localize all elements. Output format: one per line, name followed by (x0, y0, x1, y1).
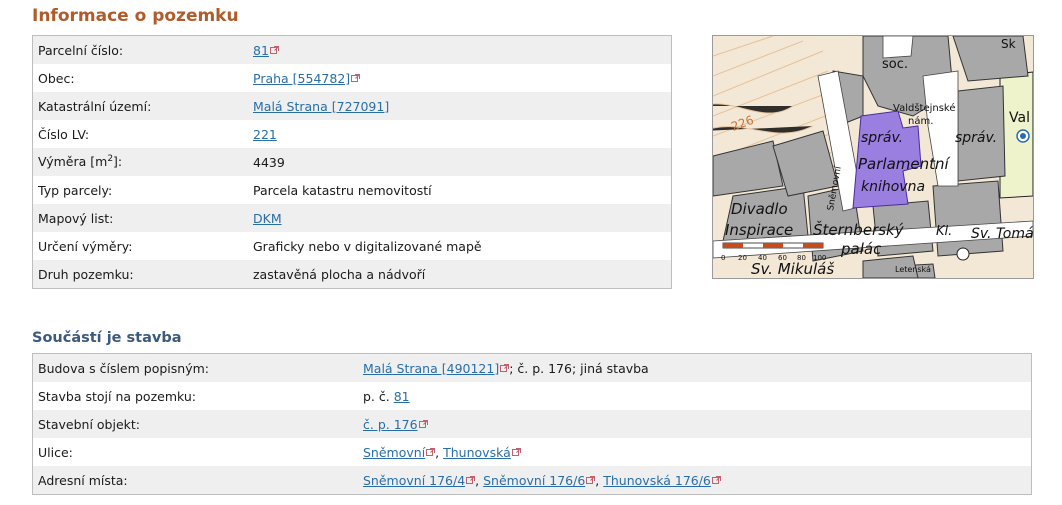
table-row: Parcelní číslo: 81 (32, 35, 672, 64)
section-title: Součástí je stavba (32, 330, 182, 346)
table-row: Druh pozemku: zastavěná plocha a nádvoří (32, 260, 672, 289)
row-label: Ulice: (32, 438, 358, 466)
parcel-number-link[interactable]: 81 (253, 43, 269, 58)
map-label: Sk (1001, 37, 1016, 51)
scale-label: 80 (797, 254, 806, 262)
row-value: č. p. 176 (358, 410, 1032, 438)
external-link-icon (418, 417, 428, 432)
table-row: Adresní místa: Sněmovní 176/4, Sněmovní … (32, 466, 1032, 495)
external-link-icon (586, 473, 596, 488)
parcel-info-table: Parcelní číslo: 81 Obec: Praha [554782] … (32, 35, 672, 289)
table-row: Určení výměry: Graficky nebo v digitaliz… (32, 232, 672, 260)
row-value: p. č. 81 (358, 382, 1032, 410)
row-value: DKM (248, 204, 672, 232)
table-row: Stavební objekt: č. p. 176 (32, 410, 1032, 438)
map-label: Parlamentní (858, 155, 950, 173)
page-title: Informace o pozemku (32, 6, 239, 26)
row-value: zastavěná plocha a nádvoří (248, 260, 672, 289)
row-label: Určení výměry: (32, 232, 248, 260)
lv-number-link[interactable]: 221 (253, 127, 277, 142)
row-label: Parcelní číslo: (32, 35, 248, 64)
row-label: Budova s číslem popisným: (32, 353, 358, 382)
scale-label: 0 (721, 254, 725, 262)
row-label: Obec: (32, 64, 248, 92)
table-row: Výměra [m2]: 4439 (32, 148, 672, 176)
row-value: 221 (248, 120, 672, 148)
row-label: Stavba stojí na pozemku: (32, 382, 358, 410)
row-label: Katastrální území: (32, 92, 248, 120)
row-value: Malá Strana [490121]; č. p. 176; jiná st… (358, 353, 1032, 382)
cadastral-area-link[interactable]: Malá Strana [727091] (253, 99, 389, 114)
row-label: Stavební objekt: (32, 410, 358, 438)
map-label: knihovna (861, 179, 925, 195)
map-sheet-link[interactable]: DKM (253, 211, 282, 226)
scale-label: 20 (738, 254, 747, 262)
row-value: Praha [554782] (248, 64, 672, 92)
row-value: Graficky nebo v digitalizované mapě (248, 232, 672, 260)
table-row: Budova s číslem popisným: Malá Strana [4… (32, 353, 1032, 382)
building-link[interactable]: Malá Strana [490121] (363, 361, 499, 376)
map-label: Sv. Tomáš (971, 226, 1033, 242)
external-link-icon (511, 445, 521, 460)
map-label: Šternberský (813, 220, 905, 239)
table-row: Číslo LV: 221 (32, 120, 672, 148)
row-value: Sněmovní 176/4, Sněmovní 176/6, Thunovsk… (358, 466, 1032, 495)
row-value: Sněmovní, Thunovská (358, 438, 1032, 466)
address-link[interactable]: Thunovská 176/6 (603, 473, 711, 488)
street-link-snemovni[interactable]: Sněmovní (363, 445, 425, 460)
table-row: Ulice: Sněmovní, Thunovská (32, 438, 1032, 466)
address-link[interactable]: Sněmovní 176/6 (483, 473, 585, 488)
map-label: správ. (955, 130, 997, 146)
map-label: palác (840, 240, 882, 258)
map-label: Letenská (895, 265, 931, 274)
map-label: soc. (882, 57, 908, 72)
map-label: Kl. (936, 224, 952, 239)
map-label: Divadlo (731, 200, 788, 218)
address-link[interactable]: Sněmovní 176/4 (363, 473, 465, 488)
scale-label: 60 (778, 254, 787, 262)
building-info-table: Budova s číslem popisným: Malá Strana [4… (32, 353, 1032, 495)
row-label: Adresní místa: (32, 466, 358, 495)
street-link-thunovska[interactable]: Thunovská (443, 445, 511, 460)
row-label: Číslo LV: (32, 120, 248, 148)
table-row: Mapový list: DKM (32, 204, 672, 232)
cadastral-map[interactable]: soc. Valdštejnské nám. správ. správ. Par… (712, 35, 1034, 279)
row-value: Parcela katastru nemovitostí (248, 176, 672, 204)
row-label: Druh pozemku: (32, 260, 248, 289)
map-label: Sv. Mikuláš (751, 260, 834, 278)
row-value: Malá Strana [727091] (248, 92, 672, 120)
external-link-icon (269, 43, 279, 58)
external-link-icon (500, 361, 510, 376)
external-link-icon (351, 71, 361, 86)
external-link-icon (711, 473, 721, 488)
scale-label: 40 (758, 254, 767, 262)
row-label: Typ parcely: (32, 176, 248, 204)
parcel-link[interactable]: 81 (394, 389, 410, 404)
table-row: Stavba stojí na pozemku: p. č. 81 (32, 382, 1032, 410)
external-link-icon (426, 445, 436, 460)
row-label: Výměra [m2]: (32, 148, 248, 176)
table-row: Typ parcely: Parcela katastru nemovitost… (32, 176, 672, 204)
row-value: 81 (248, 35, 672, 64)
building-object-link[interactable]: č. p. 176 (363, 417, 418, 432)
external-link-icon (466, 473, 476, 488)
map-label: správ. (861, 130, 903, 146)
map-label: nám. (908, 115, 933, 127)
table-row: Katastrální území: Malá Strana [727091] (32, 92, 672, 120)
map-label: Val (1009, 110, 1030, 126)
table-row: Obec: Praha [554782] (32, 64, 672, 92)
scale-label: 100 (813, 254, 826, 262)
map-label: Inspirace (725, 221, 793, 239)
municipality-link[interactable]: Praha [554782] (253, 71, 350, 86)
row-value: 4439 (248, 148, 672, 176)
row-label: Mapový list: (32, 204, 248, 232)
map-label: Valdštejnské (893, 102, 956, 114)
